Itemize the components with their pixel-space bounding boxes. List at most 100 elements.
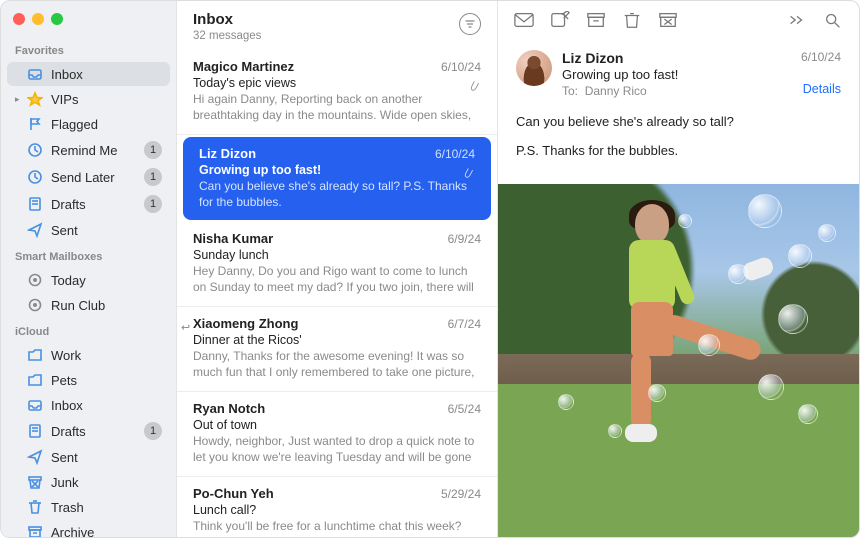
message-header: Liz Dizon Growing up too fast! To: Danny… (498, 42, 859, 110)
sidebar-item-junk[interactable]: Junk (7, 470, 170, 494)
junk-button[interactable] (658, 11, 678, 32)
message-row[interactable]: Ryan Notch6/5/24Out of townHowdy, neighb… (177, 392, 497, 477)
sidebar-item-today[interactable]: Today (7, 268, 170, 292)
message-count: 32 messages (193, 30, 459, 42)
attachment-image[interactable] (498, 184, 859, 537)
compose-button[interactable] (550, 11, 570, 32)
archive-button[interactable] (586, 11, 606, 32)
minimize-window[interactable] (32, 13, 44, 25)
work-icon (27, 347, 43, 363)
sidebar-item-work[interactable]: Work (7, 343, 170, 367)
message-date: 6/10/24 (801, 50, 841, 64)
sidebar-item-label: Archive (51, 525, 162, 538)
message-preview: Can you believe she's already so tall? P… (199, 179, 475, 210)
search-icon (823, 11, 843, 29)
message-row[interactable]: ↩Xiaomeng Zhong6/7/24Dinner at the Ricos… (177, 307, 497, 392)
message-sender: Po-Chun Yeh (193, 486, 441, 501)
junk-icon (27, 474, 43, 490)
badge: 1 (144, 422, 162, 440)
message-date: 6/10/24 (441, 60, 481, 74)
message-list-pane: Inbox 32 messages Magico Martinez6/10/24… (176, 1, 498, 537)
message-list[interactable]: Magico Martinez6/10/24Today's epic views… (177, 50, 497, 537)
badge: 1 (144, 195, 162, 213)
sidebar-item-trash[interactable]: Trash (7, 495, 170, 519)
sidebar-item-sendlater[interactable]: Send Later1 (7, 164, 170, 190)
drafts-icon (27, 196, 43, 212)
message-row[interactable]: Po-Chun Yeh5/29/24Lunch call?Think you'l… (177, 477, 497, 537)
sidebar-item-label: Flagged (51, 117, 162, 132)
sidebar-item-sent[interactable]: Sent (7, 218, 170, 242)
more-button[interactable] (787, 11, 807, 32)
inbox2-icon (27, 397, 43, 413)
message-subject: Growing up too fast! (562, 67, 801, 82)
archive-icon (27, 524, 43, 537)
message-date: 5/29/24 (441, 487, 481, 501)
inbox-icon (27, 66, 43, 82)
envelope-button[interactable] (514, 11, 534, 32)
envelope-icon (514, 11, 534, 29)
trash-icon (622, 11, 642, 29)
message-date: 6/9/24 (448, 232, 481, 246)
message-sender: Nisha Kumar (193, 231, 448, 246)
sidebar-item-remind[interactable]: Remind Me1 (7, 137, 170, 163)
list-header: Inbox 32 messages (177, 1, 497, 50)
message-subject: Out of town (193, 418, 481, 432)
delete-button[interactable] (622, 11, 642, 32)
sidebar-item-label: Inbox (51, 67, 162, 82)
sidebar-item-label: Work (51, 348, 162, 363)
zoom-window[interactable] (51, 13, 63, 25)
details-link[interactable]: Details (801, 82, 841, 96)
sendlater-icon (27, 169, 43, 185)
flagged-icon (27, 116, 43, 132)
message-detail-pane: Liz Dizon Growing up too fast! To: Danny… (498, 1, 859, 537)
message-row[interactable]: Magico Martinez6/10/24Today's epic views… (177, 50, 497, 135)
window-controls (7, 13, 170, 37)
message-row[interactable]: Liz Dizon6/10/24Growing up too fast!Can … (183, 137, 491, 220)
message-subject: Dinner at the Ricos' (193, 333, 481, 347)
runclub-icon (27, 297, 43, 313)
sidebar-item-runclub[interactable]: Run Club (7, 293, 170, 317)
mail-window: FavoritesInbox▸VIPsFlaggedRemind Me1Send… (0, 0, 860, 538)
sidebar-item-inbox2[interactable]: Inbox (7, 393, 170, 417)
sidebar-item-sent2[interactable]: Sent (7, 445, 170, 469)
remind-icon (27, 142, 43, 158)
close-window[interactable] (13, 13, 25, 25)
sidebar-item-label: Run Club (51, 298, 162, 313)
sidebar-item-drafts[interactable]: Drafts1 (7, 191, 170, 217)
message-date: 6/5/24 (448, 402, 481, 416)
message-body: Can you believe she's already so tall? P… (498, 110, 859, 184)
message-preview: Hi again Danny, Reporting back on anothe… (193, 92, 481, 124)
pets-icon (27, 372, 43, 388)
sidebar-item-archive[interactable]: Archive (7, 520, 170, 537)
sent2-icon (27, 449, 43, 465)
message-subject: Growing up too fast! (199, 163, 475, 177)
sidebar-item-drafts2[interactable]: Drafts1 (7, 418, 170, 444)
sidebar-item-label: Today (51, 273, 162, 288)
filter-button[interactable] (459, 13, 481, 35)
archive-icon (586, 11, 606, 29)
sender-name: Liz Dizon (562, 50, 801, 66)
sidebar-item-label: Sent (51, 223, 162, 238)
compose-icon (550, 11, 570, 29)
drafts2-icon (27, 423, 43, 439)
sidebar-section-label: Smart Mailboxes (7, 243, 170, 267)
message-row[interactable]: Nisha Kumar6/9/24Sunday lunchHey Danny, … (177, 222, 497, 307)
badge: 1 (144, 141, 162, 159)
message-preview: Danny, Thanks for the awesome evening! I… (193, 349, 481, 381)
sidebar-item-vips[interactable]: ▸VIPs (7, 87, 170, 111)
today-icon (27, 272, 43, 288)
sidebar-item-pets[interactable]: Pets (7, 368, 170, 392)
sidebar-item-label: Remind Me (51, 143, 144, 158)
sent-icon (27, 222, 43, 238)
search-button[interactable] (823, 11, 843, 32)
message-date: 6/7/24 (448, 317, 481, 331)
sidebar-item-inbox[interactable]: Inbox (7, 62, 170, 86)
sidebar-section-label: iCloud (7, 318, 170, 342)
mailbox-title: Inbox (193, 11, 459, 28)
message-subject: Lunch call? (193, 503, 481, 517)
sidebar-item-flagged[interactable]: Flagged (7, 112, 170, 136)
sidebar-item-label: VIPs (51, 92, 162, 107)
sender-avatar[interactable] (516, 50, 552, 86)
message-preview: Hey Danny, Do you and Rigo want to come … (193, 264, 481, 296)
message-sender: Xiaomeng Zhong (193, 316, 448, 331)
